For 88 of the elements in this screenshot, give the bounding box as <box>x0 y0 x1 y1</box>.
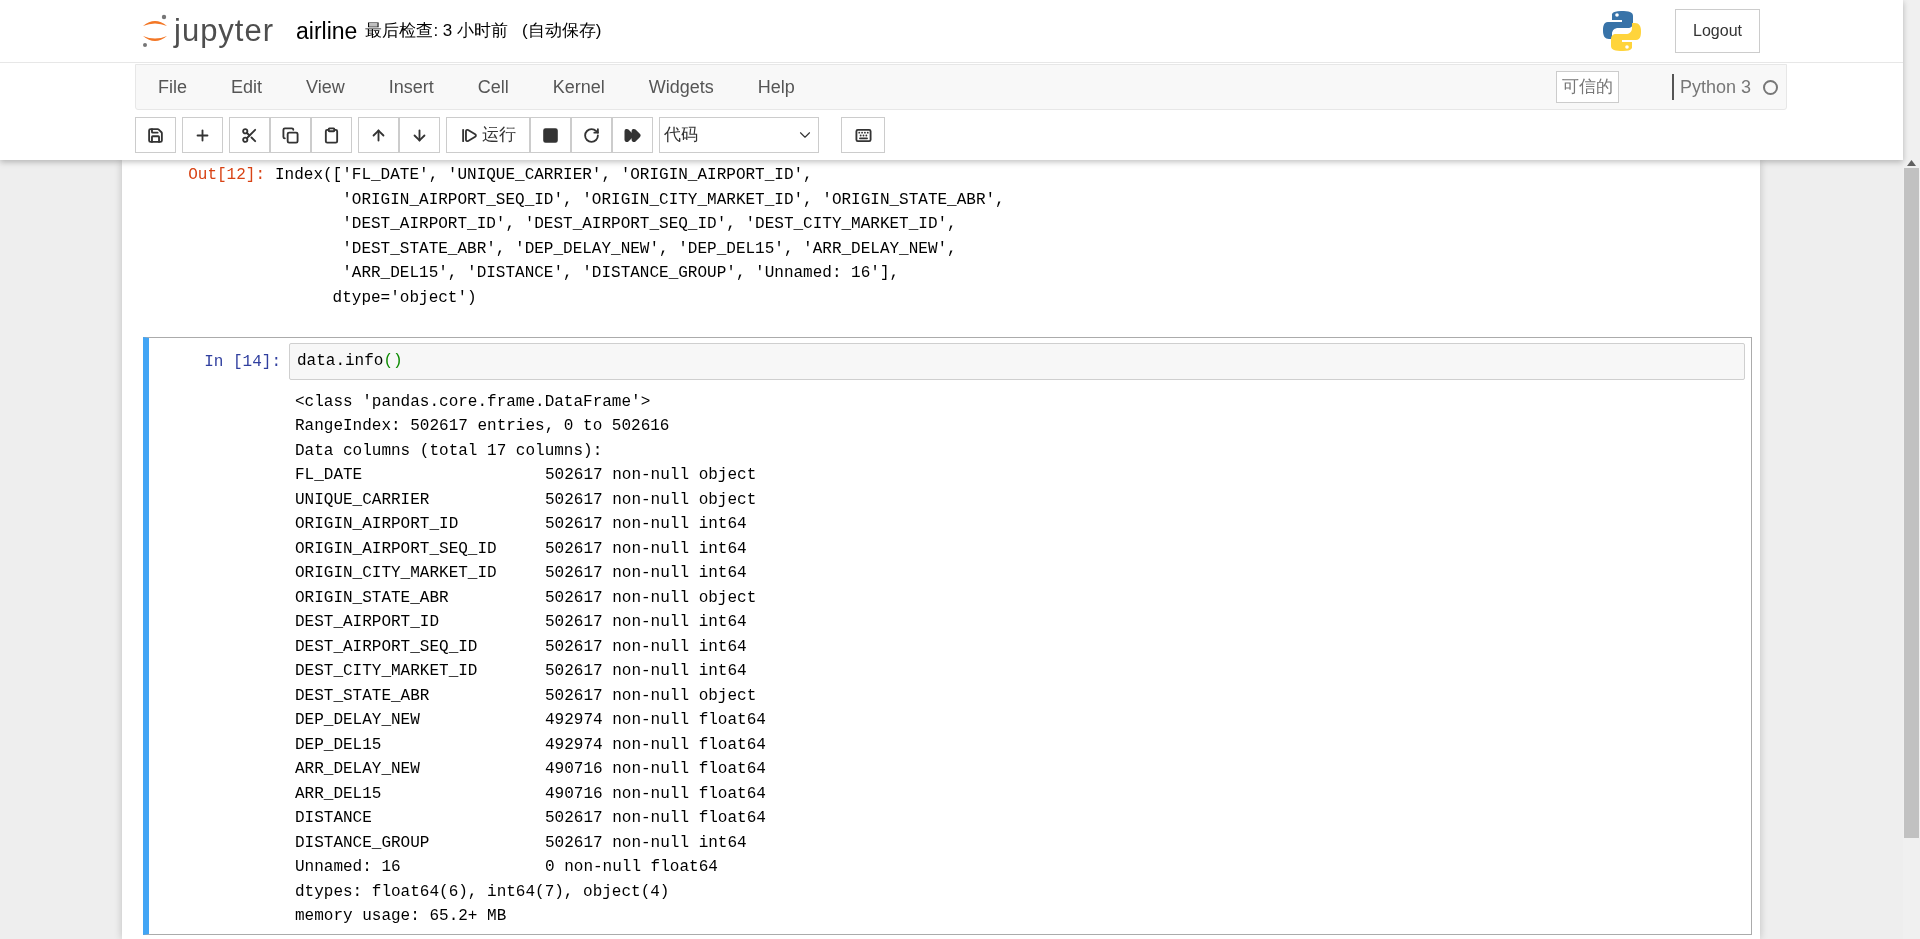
output-line: dtypes: float64(6), int64(7), object(4) <box>295 881 671 903</box>
save-button[interactable] <box>135 117 176 153</box>
column-name: DEP_DELAY_NEW <box>295 710 421 731</box>
cut-button[interactable] <box>229 117 270 153</box>
clipboard-icon <box>323 126 340 144</box>
column-info: 502617 non-null int64 <box>545 538 747 560</box>
stop-button[interactable] <box>530 117 571 153</box>
column-info: 502617 non-null int64 <box>545 832 747 854</box>
code-cell[interactable] <box>143 337 1752 935</box>
column-info: 502617 non-null int64 <box>545 563 747 584</box>
column-name: Unnamed: 16 <box>295 857 402 878</box>
scissors-icon <box>241 126 258 144</box>
menu-item[interactable]: Edit <box>209 73 285 101</box>
run-all-button[interactable] <box>612 117 653 153</box>
autosave-status: (自动保存) <box>522 20 602 43</box>
menu-item[interactable]: Kernel <box>530 73 627 101</box>
column-name: ORIGIN_AIRPORT_ID <box>295 514 460 535</box>
keyboard-icon <box>854 126 872 144</box>
move-down-button[interactable] <box>399 117 440 153</box>
column-name: DISTANCE <box>295 808 373 829</box>
output-prompt: Out[12]: <box>187 165 266 186</box>
column-info: 502617 non-null object <box>545 489 757 511</box>
column-name: DISTANCE_GROUP <box>295 832 431 854</box>
save-icon <box>147 126 164 144</box>
kernel-name: Python 3 <box>1679 75 1751 99</box>
input-prompt: In [14]: <box>203 352 282 373</box>
column-info: 490716 non-null float64 <box>545 783 766 805</box>
restart-button[interactable] <box>571 117 612 153</box>
column-name: UNIQUE_CARRIER <box>295 489 431 511</box>
copy-button[interactable] <box>270 117 311 153</box>
column-info: 502617 non-null object <box>545 685 757 707</box>
column-name: DEP_DEL15 <box>295 734 383 756</box>
cell-type-select[interactable]: 代码 <box>659 117 819 153</box>
column-info: 502617 non-null float64 <box>545 808 766 829</box>
menu-item[interactable]: View <box>284 73 367 101</box>
stop-icon <box>542 126 559 144</box>
column-info: 502617 non-null int64 <box>545 612 747 633</box>
notebook-name[interactable]: airline <box>296 13 358 49</box>
column-name: FL_DATE <box>295 465 364 486</box>
column-info: 492974 non-null float64 <box>545 734 766 756</box>
output-line: 'ORIGIN_AIRPORT_SEQ_ID', 'ORIGIN_CITY_MARKET_ID', 'ORIGIN_STATE_ABR', <box>341 189 1005 211</box>
checkpoint-status: 最后检查: 3 小时前 <box>365 20 509 43</box>
column-info: 492974 non-null float64 <box>545 710 766 731</box>
column-name: DEST_STATE_ABR <box>295 685 431 707</box>
output-line: 'DEST_STATE_ABR', 'DEP_DELAY_NEW', 'DEP_DEL15', 'ARR_DELAY_NEW', <box>341 238 958 260</box>
output-line: memory usage: 65.2+ MB <box>295 906 508 927</box>
menu-item[interactable]: Widgets <box>626 73 736 101</box>
add-cell-button[interactable] <box>182 117 223 153</box>
logout-button[interactable]: Logout <box>1675 9 1760 53</box>
move-up-button[interactable] <box>358 117 399 153</box>
column-info: 502617 non-null int64 <box>545 636 747 658</box>
paste-button[interactable] <box>311 117 352 153</box>
column-name: ARR_DEL15 <box>295 783 383 805</box>
menu-item[interactable]: Help <box>735 73 817 101</box>
output-line: Data columns (total 17 columns): <box>295 440 604 462</box>
copy-icon <box>282 126 299 144</box>
output-line: RangeIndex: 502617 entries, 0 to 502616 <box>295 416 671 437</box>
output-line: 'DEST_AIRPORT_ID', 'DEST_AIRPORT_SEQ_ID', 'DEST_CITY_MARKET_ID', <box>341 214 958 235</box>
column-info: 0 non-null float64 <box>545 857 718 878</box>
column-info: 502617 non-null object <box>545 465 757 486</box>
column-name: DEST_CITY_MARKET_ID <box>295 661 479 682</box>
step-forward-icon <box>460 126 478 144</box>
column-info: 502617 non-null object <box>545 587 757 609</box>
menu-item[interactable]: Cell <box>455 73 531 101</box>
column-name: DEST_AIRPORT_SEQ_ID <box>295 636 479 658</box>
python-logo-icon <box>1602 10 1642 52</box>
menu-item[interactable]: File <box>136 73 209 101</box>
column-name: ORIGIN_AIRPORT_SEQ_ID <box>295 538 498 560</box>
output-line: <class 'pandas.core.frame.DataFrame'> <box>295 391 652 413</box>
column-name: ORIGIN_STATE_ABR <box>295 587 450 609</box>
restart-icon <box>583 126 600 144</box>
column-name: ORIGIN_CITY_MARKET_ID <box>295 563 498 584</box>
fast-forward-icon <box>624 126 641 144</box>
column-info: 490716 non-null float64 <box>545 759 766 780</box>
output-line: Index(['FL_DATE', 'UNIQUE_CARRIER', 'ORIGIN_AIRPORT_ID', <box>275 165 814 186</box>
output-line: 'ARR_DEL15', 'DISTANCE', 'DISTANCE_GROUP', 'Unnamed: 16'], <box>341 263 901 284</box>
column-name: DEST_AIRPORT_ID <box>295 612 441 633</box>
column-name: ARR_DELAY_NEW <box>295 759 421 780</box>
keyboard-button[interactable] <box>841 117 885 153</box>
jupyter-logo-text: jupyter <box>174 11 275 50</box>
menu-item[interactable]: Insert <box>366 73 456 101</box>
trusted-badge[interactable]: 可信的 <box>1555 71 1619 103</box>
column-info: 502617 non-null int64 <box>545 514 747 535</box>
scroll-up-icon[interactable] <box>1907 160 1916 166</box>
output-line: dtype='object') <box>331 287 478 309</box>
run-button[interactable]: 运行 <box>446 117 530 153</box>
code-editor[interactable]: data.info() <box>289 343 1745 380</box>
column-info: 502617 non-null int64 <box>545 661 747 682</box>
